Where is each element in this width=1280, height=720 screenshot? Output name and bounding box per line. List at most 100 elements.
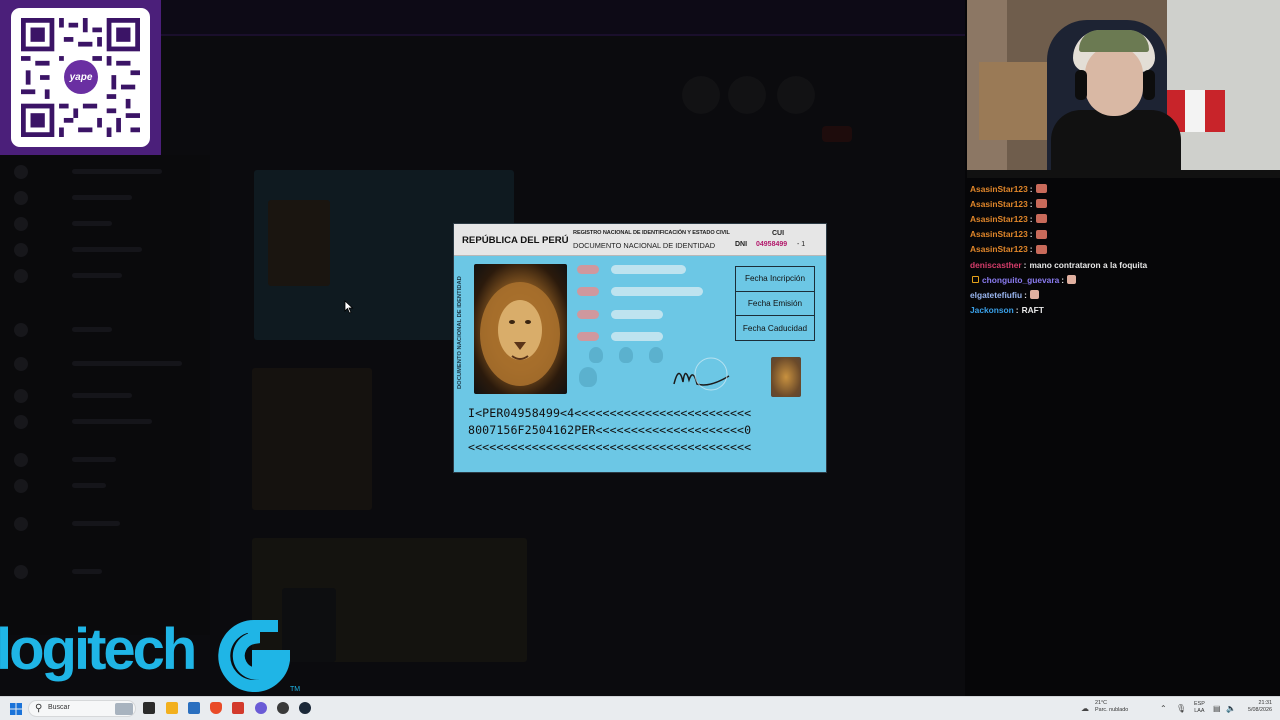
lion-photo	[474, 264, 567, 394]
chat-username[interactable]: AsasinStar123	[970, 244, 1028, 254]
chat-emote-icon	[1035, 244, 1047, 254]
network-icon[interactable]: ▤	[1213, 704, 1221, 713]
task-view-icon[interactable]	[143, 702, 155, 714]
logitech-logo: logitech	[0, 617, 197, 682]
lion-face-icon	[480, 282, 560, 386]
chat-text: RAFT	[1021, 305, 1044, 316]
chat-separator: :	[1029, 183, 1033, 194]
chat-emote-icon	[1035, 184, 1047, 194]
weather-temp: 21°C	[1095, 700, 1108, 706]
app-icon[interactable]	[277, 702, 289, 714]
dni-doc-type: DOCUMENTO NACIONAL DE IDENTIDAD	[573, 241, 716, 250]
background-avatar	[777, 76, 815, 114]
chat-emote-icon	[1035, 199, 1047, 209]
microphone-icon[interactable]: 🎙	[1176, 704, 1186, 713]
chat-emote-icon	[1035, 229, 1047, 239]
chat-separator: :	[1061, 274, 1065, 285]
weather-widget[interactable]: 21°C Parc. nublado	[1095, 700, 1128, 714]
chat-username[interactable]: AsasinStar123	[970, 214, 1028, 224]
dni-check-digit: - 1	[797, 241, 806, 248]
chevron-up-icon[interactable]: ⌃	[1160, 704, 1167, 713]
chat-message: chonguito_guevara:	[970, 272, 1270, 287]
background-avatar	[728, 76, 766, 114]
dni-registry: REGISTRO NACIONAL DE IDENTIFICACIÓN Y ES…	[573, 230, 730, 236]
weather-icon[interactable]: ☁	[1081, 704, 1089, 713]
dni-date-fields: Fecha Incripción Fecha Emisión Fecha Caduc…	[735, 266, 815, 341]
subscriber-badge-icon	[972, 276, 979, 284]
clock[interactable]: 21:31 5/08/2026	[1242, 700, 1272, 714]
dni-header: REPÚBLICA DEL PERÚ REGISTRO NACIONAL DE …	[454, 224, 826, 256]
chat-text: mano contrataron a la foquita	[1029, 259, 1148, 270]
weather-desc: Parc. nublado	[1095, 707, 1129, 713]
background-avatar	[682, 76, 720, 114]
chat-separator: :	[1029, 213, 1033, 224]
windows-taskbar: ⚲ Buscar ☁ 21°C Parc. nublado ⌃ 🎙 ESP LA…	[0, 696, 1280, 720]
chat-message: AsasinStar123:	[970, 211, 1270, 226]
yape-logo: yape	[64, 60, 98, 94]
clock-time: 21:31	[1258, 700, 1273, 706]
mrz-line-3: <<<<<<<<<<<<<<<<<<<<<<<<<<<<<<<<<<<<<<<<	[468, 440, 752, 454]
store-icon[interactable]	[188, 702, 200, 714]
chat-message: deniscasther: mano contrataron a la foqui…	[970, 257, 1270, 272]
chat-username[interactable]: chonguito_guevara	[982, 275, 1059, 285]
background-photo	[252, 368, 372, 510]
chat-message: AsasinStar123:	[970, 227, 1270, 242]
qr-code: yape	[11, 8, 150, 147]
dni-cui-label: CUI	[772, 230, 785, 237]
qr-overlay: yape	[0, 0, 161, 155]
chat-separator: :	[1023, 259, 1027, 270]
chat-username[interactable]: AsasinStar123	[970, 229, 1028, 239]
screen: yape AsasinStar123: AsasinStar123: AsasinS…	[0, 0, 1280, 720]
steam-icon[interactable]	[299, 702, 311, 714]
brave-browser-icon[interactable]	[210, 702, 222, 714]
file-explorer-icon[interactable]	[166, 702, 178, 714]
dni-number: 04958499	[756, 241, 788, 248]
chat-separator: :	[1015, 305, 1019, 316]
dni-date-field: Fecha Emisión	[736, 292, 814, 317]
search-icon: ⚲	[35, 703, 43, 714]
logitech-trademark: TM	[290, 686, 301, 693]
chat-message: Jackonson: RAFT	[970, 303, 1270, 318]
recording-app-icon[interactable]	[232, 702, 244, 714]
dni-date-field: Fecha Caducidad	[742, 323, 808, 333]
signature	[673, 357, 730, 391]
dni-label: DNI	[735, 241, 748, 248]
windows-start-icon[interactable]	[10, 703, 22, 715]
chat-username[interactable]: elgatetefiufiu	[970, 290, 1022, 300]
dni-mini-photo	[771, 357, 801, 397]
chat-username[interactable]: Jackonson	[970, 305, 1014, 315]
discord-icon[interactable]	[255, 702, 267, 714]
mrz-line-2: 8007156F2504162PER<<<<<<<<<<<<<<<<<<<<<0	[468, 423, 752, 437]
background-button	[822, 126, 852, 142]
chat-message: AsasinStar123:	[970, 196, 1270, 211]
taskbar-search-box[interactable]: ⚲ Buscar	[28, 700, 136, 717]
background-document-image	[252, 538, 527, 662]
dni-date-field: Fecha Incripción	[736, 267, 814, 292]
webcam-feed	[967, 0, 1280, 178]
chat-separator: :	[1029, 198, 1033, 209]
chat-username[interactable]: deniscasther	[970, 260, 1022, 270]
mouse-cursor-icon	[344, 300, 354, 314]
dni-card: REPÚBLICA DEL PERÚ REGISTRO NACIONAL DE …	[453, 223, 827, 473]
chat-username[interactable]: AsasinStar123	[970, 199, 1028, 209]
language-indicator[interactable]: ESP LAA	[1194, 701, 1205, 715]
background-topbar	[160, 0, 965, 36]
logitech-g-icon	[218, 620, 290, 692]
language-top: ESP	[1194, 701, 1205, 707]
chat-message: AsasinStar123:	[970, 242, 1270, 257]
chat-separator: :	[1029, 244, 1033, 255]
language-bottom: LAA	[1194, 708, 1205, 714]
search-highlight-image	[115, 703, 133, 715]
clock-date: 5/08/2026	[1248, 707, 1272, 713]
dni-country: REPÚBLICA DEL PERÚ	[462, 235, 569, 246]
chat-emote-icon	[1029, 290, 1039, 300]
chat-message: AsasinStar123:	[970, 181, 1270, 196]
background-sidebar	[0, 155, 210, 635]
chat-username[interactable]: AsasinStar123	[970, 184, 1028, 194]
mrz-line-1: I<PER04958499<4<<<<<<<<<<<<<<<<<<<<<<<<<	[468, 406, 752, 420]
volume-icon[interactable]: 🔈	[1226, 704, 1236, 713]
search-placeholder: Buscar	[48, 704, 70, 711]
dni-vertical-text: DOCUMENTO NACIONAL DE IDENTIDAD	[457, 276, 463, 389]
chat-separator: :	[1029, 229, 1033, 240]
chat-overlay: AsasinStar123: AsasinStar123: AsasinStar12…	[970, 181, 1270, 318]
